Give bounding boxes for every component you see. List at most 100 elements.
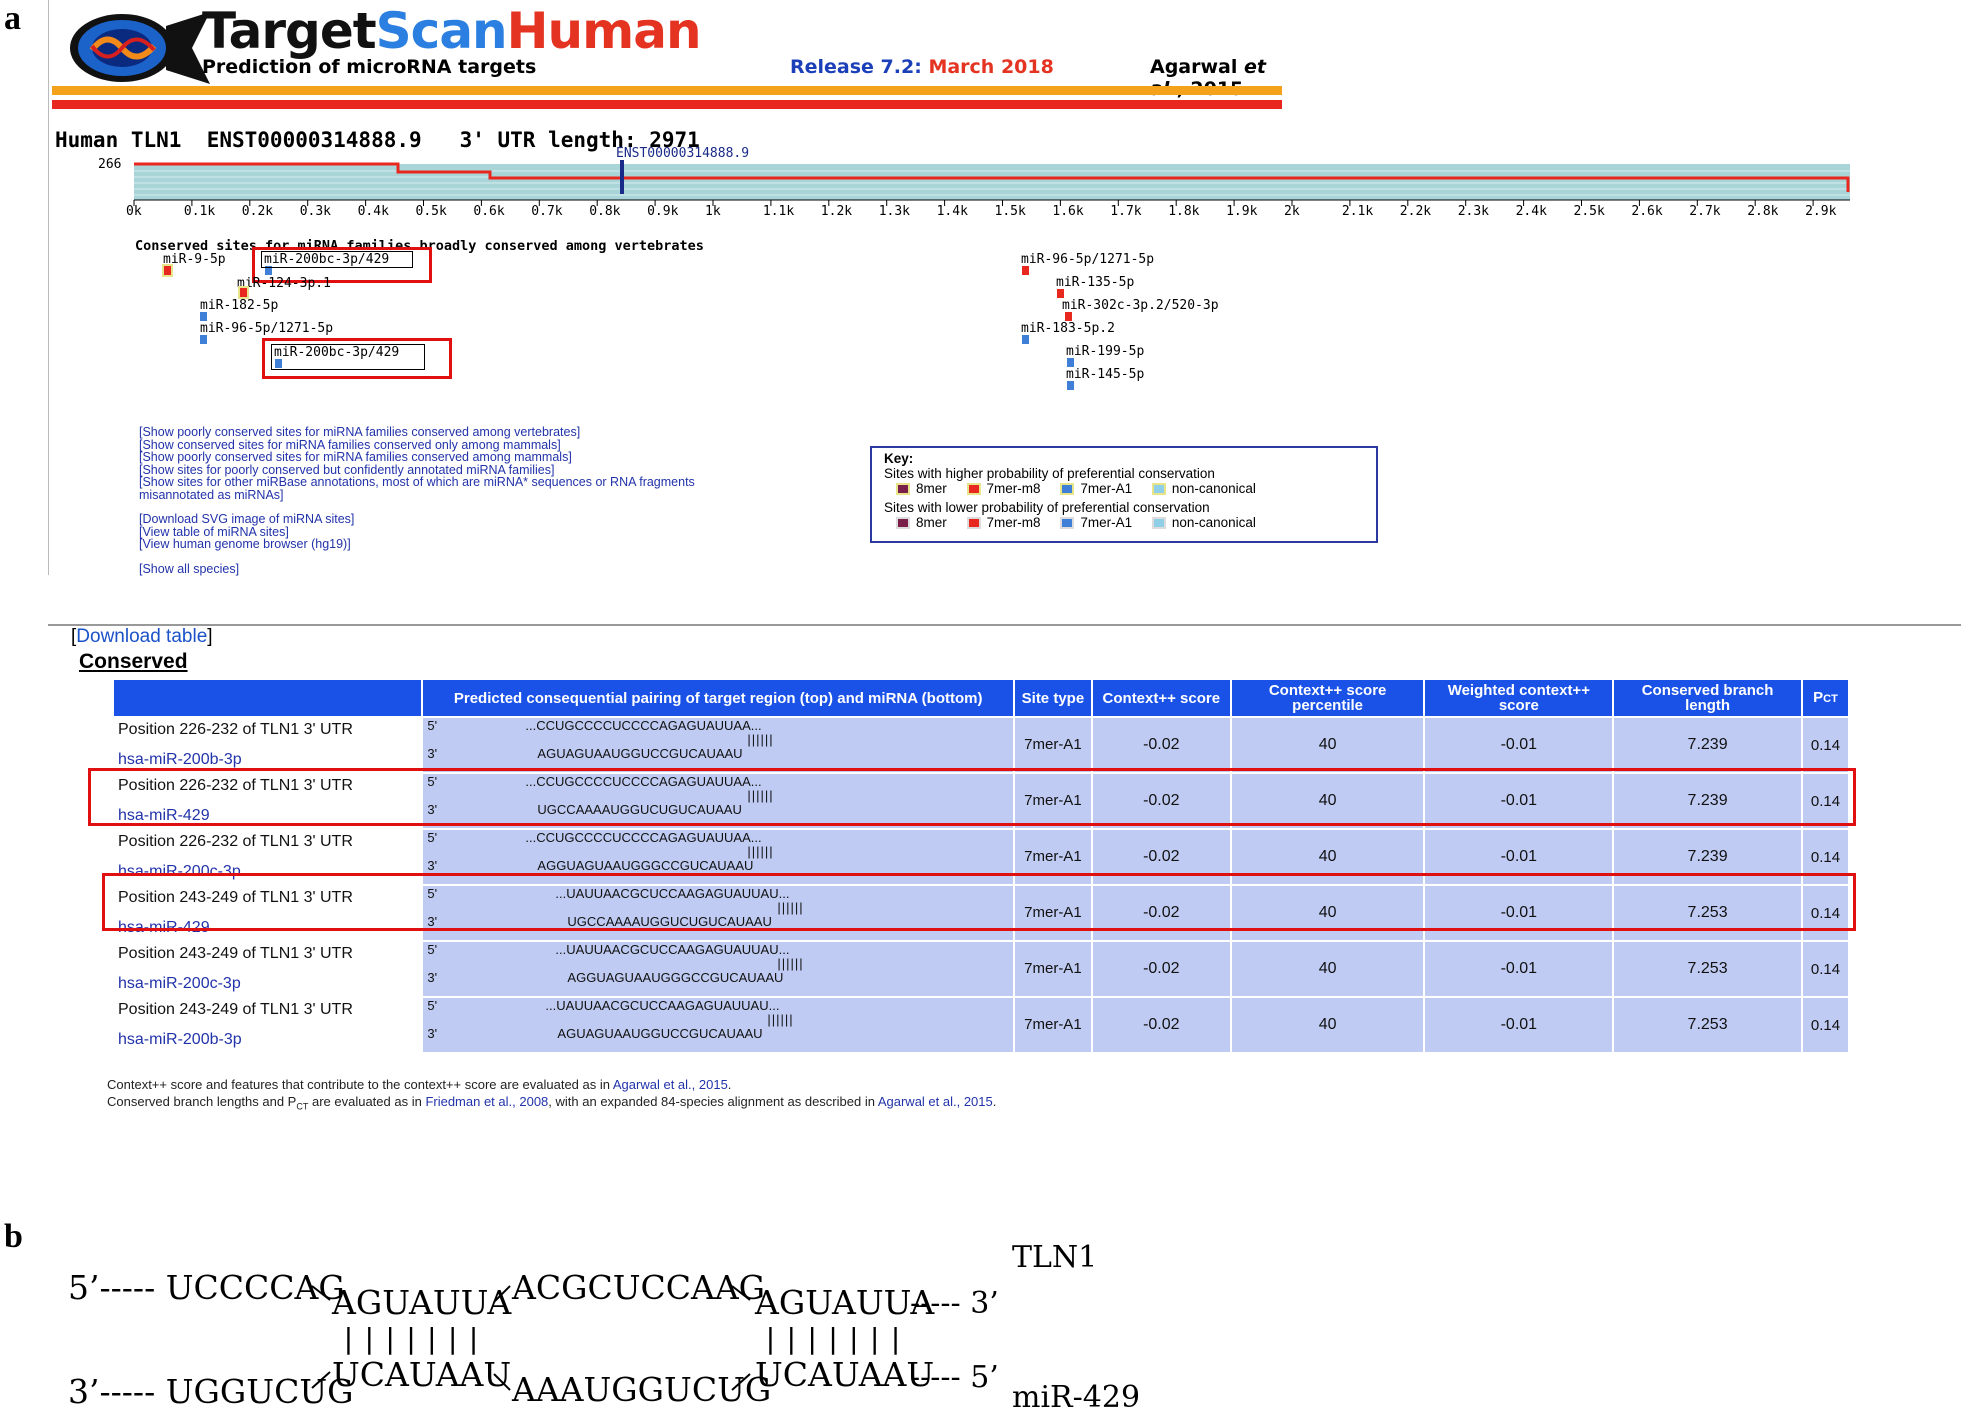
five-prime-label: 5' [427,998,438,1013]
site-label-mir-182[interactable]: miR-182-5p [200,298,278,313]
five-prime-label: 5' [427,830,438,845]
footnote-2: Conserved branch lengths and PCT are eva… [107,1093,996,1116]
link-other-mirbase-cont[interactable]: misannotated as miRNAs] [139,488,695,502]
site-label-mir-183[interactable]: miR-183-5p.2 [1021,321,1115,336]
site-mark[interactable] [1022,335,1029,344]
site-tagline: Prediction of microRNA targets [202,56,537,78]
site-label-mir-199[interactable]: miR-199-5p [1066,344,1144,359]
link-download-svg[interactable]: [Download SVG image of miRNA sites] [139,513,695,526]
context-score-cell: -0.02 [1092,998,1230,1052]
release-info: Release 7.2: March 2018 [790,56,1054,78]
footnote-text: . [727,1077,732,1092]
mirna-seq: AGGUAGUAAUGGGCCGUCAUAAU [537,858,754,873]
axis-tick-label: 2.5k [1573,204,1605,219]
utr-conservation-track [133,160,1850,206]
key-item: 8mer [916,481,947,496]
logo-target: Target [202,2,377,60]
site-mark[interactable] [1067,358,1074,367]
axis-tick-label: 2k [1284,204,1300,219]
site-mark[interactable] [1065,312,1072,321]
site-type-cell: 7mer-A1 [1014,718,1091,772]
target-seq: ...UAUUAACGCUCCAAGAGUAUUAU... [545,998,780,1013]
table-row: Position 226-232 of TLN1 3' UTR hsa-miR-2… [114,718,1848,772]
mirna-seed-2: UCAUAAU [755,1355,935,1394]
download-table-link[interactable]: Download table [76,626,207,647]
percentile-cell: 40 [1231,998,1424,1052]
footnotes: Context++ score and features that contri… [107,1076,996,1116]
axis-tick-label: 0.2k [241,204,274,219]
footnote-1: Context++ score and features that contri… [107,1076,996,1093]
panel-b-label: b [4,1218,23,1255]
three-prime-label: 3' [427,858,438,873]
site-mark[interactable] [238,286,249,299]
position-cell: Position 243-249 of TLN1 3' UTR hsa-miR-2… [114,942,422,996]
target-seq: ...CCUGCCCCUCCCCAGAGUAUUAA... [525,718,762,733]
mirna-link[interactable]: hsa-miR-200b-3p [118,1030,417,1050]
three-prime-label: 3' [427,1026,438,1041]
site-mark[interactable] [1067,381,1074,390]
agarwal-link[interactable]: Agarwal et al., 2015 [613,1077,728,1092]
friedman-link[interactable]: Friedman et al., 2008 [425,1094,548,1109]
axis-tick-label: 0k [126,204,142,219]
site-label-mir-9[interactable]: miR-9-5p [163,252,226,267]
three-prime-label: 3' [427,746,438,761]
agarwal-link-2[interactable]: Agarwal et al., 2015 [878,1094,993,1109]
link-genome-browser[interactable]: [View human genome browser (hg19)] [139,538,695,551]
mirna-link[interactable]: hsa-miR-200b-3p [118,750,417,770]
track-axis: 0k 0.1k 0.2k 0.3k 0.4k 0.5k 0.6k 0.7k 0.8k 0.9k 1k… [0,204,1961,224]
label-tln1: TLN1 [1012,1240,1098,1275]
header-context-percentile: Context++ score percentile [1231,680,1424,716]
site-header: TargetScanHuman Prediction of microRNA t… [52,0,1302,112]
axis-tick-label: 1.9k [1226,204,1258,219]
weighted-score-cell: -0.01 [1425,942,1613,996]
site-mark[interactable] [162,264,173,277]
site-label-mir-96[interactable]: miR-96-5p/1271-5p [200,321,333,336]
link-poorly-conserved-mammals[interactable]: [Show poorly conserved sites for miRNA f… [139,451,695,464]
swatch-non-canonical-icon [1151,517,1166,530]
row-highlight-box [88,768,1856,826]
bracket: ] [207,626,213,647]
screenshot-border [48,0,49,575]
site-label-mir-302c[interactable]: miR-302c-3p.2/520-3p [1062,298,1219,313]
site-type-cell: 7mer-A1 [1014,942,1091,996]
header-red-bar [52,100,1282,109]
axis-tick-label: 1.8k [1168,204,1200,219]
axis-tick-label: 1.6k [1052,204,1084,219]
site-label-mir-124[interactable]: miR-124-3p.1 [237,276,331,291]
header-branch-length: Conserved branch length [1614,680,1801,716]
footnote-sub: CT [296,1101,309,1112]
axis-tick-label: 2.4k [1515,204,1547,219]
link-poorly-conserved-vertebrates[interactable]: [Show poorly conserved sites for miRNA f… [139,426,695,439]
swatch-7mer-a1-icon [1060,483,1075,496]
key-item: 7mer-A1 [1080,481,1133,496]
download-table: [Download table] [71,626,213,648]
axis-tick-label: 2.8k [1747,204,1779,219]
axis-tick-label: 0.9k [647,204,679,219]
link-show-all-species[interactable]: [Show all species] [139,562,695,576]
axis-tick-label: 2.9k [1805,204,1837,219]
mirna-seq: AGUAGUAAUGGUCCGUCAUAAU [557,1026,763,1041]
site-title: TargetScanHuman [202,2,702,60]
mirna-link[interactable]: hsa-miR-200c-3p [118,974,417,994]
pair-bars: |||||| [777,956,804,971]
site-mark[interactable] [1022,266,1029,275]
axis-tick-label: 2.6k [1631,204,1663,219]
pairing-cell: 5' ...CCUGCCCCUCCCCAGAGUAUUAA... |||||| 3' A… [423,718,1013,772]
table-row: Position 243-249 of TLN1 3' UTR hsa-miR-2… [114,998,1848,1052]
axis-tick-label: 1k [705,204,721,219]
footnote-text: are evaluated as in [308,1094,426,1109]
swatch-8mer-icon [896,483,910,496]
weighted-score-cell: -0.01 [1425,718,1613,772]
site-label-mir-135[interactable]: miR-135-5p [1056,275,1134,290]
targetscan-logo-icon[interactable] [62,8,212,88]
site-label-mir-96-right[interactable]: miR-96-5p/1271-5p [1021,252,1154,267]
axis-tick-label: 2.7k [1689,204,1721,219]
site-label-mir-145[interactable]: miR-145-5p [1066,367,1144,382]
site-mark[interactable] [1057,289,1064,298]
five-prime-label: 5' [427,942,438,957]
table-header-row: Predicted consequential pairing of targe… [114,680,1848,716]
key-high-label: Sites with higher probability of prefere… [884,466,1215,481]
site-mark[interactable] [200,312,207,321]
link-other-mirbase[interactable]: [Show sites for other miRBase annotation… [139,476,695,489]
site-mark[interactable] [200,335,207,344]
